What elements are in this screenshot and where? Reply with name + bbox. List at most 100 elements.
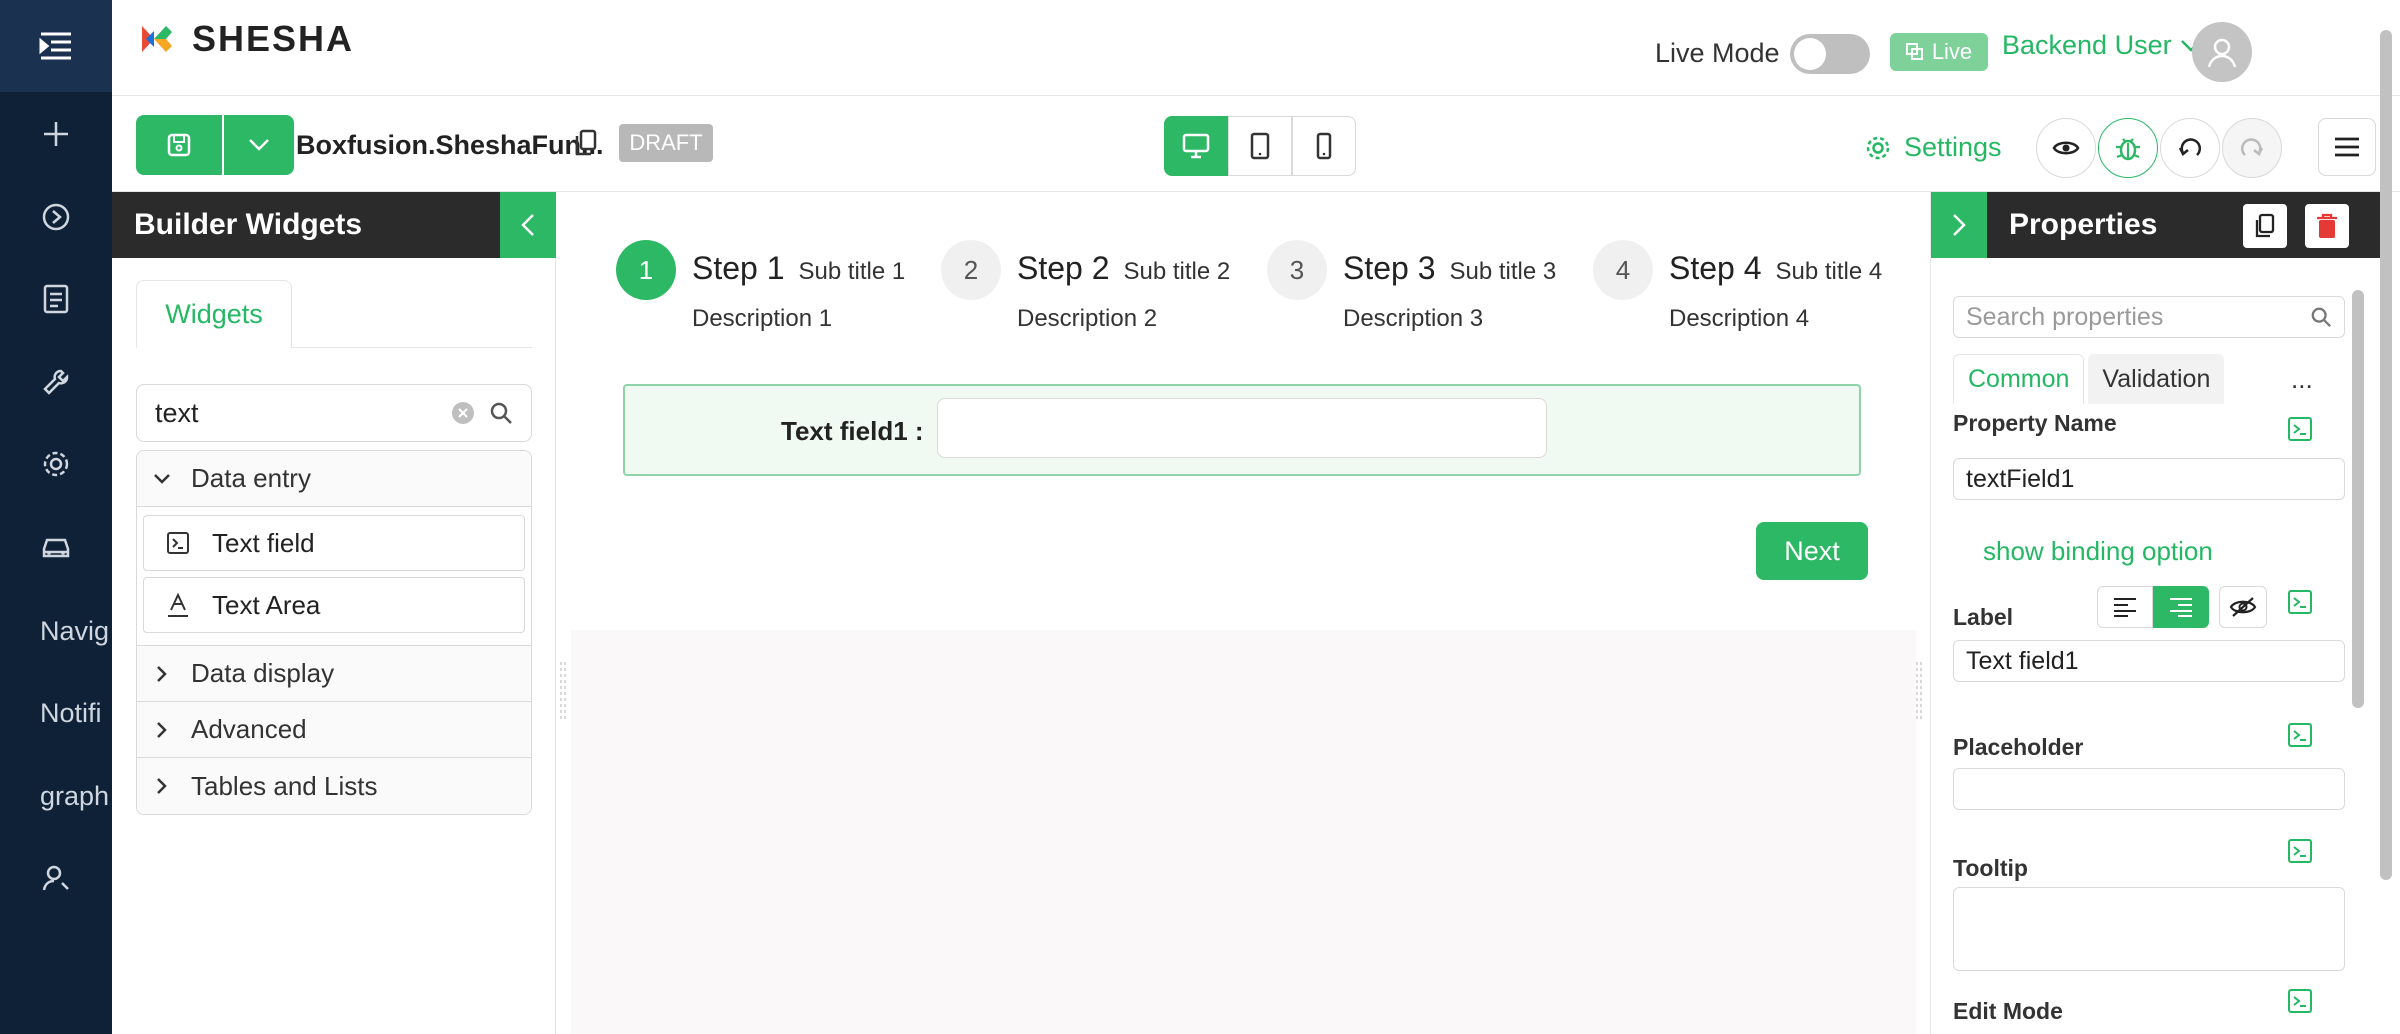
group-advanced[interactable]: Advanced (137, 702, 531, 758)
device-preview-group (1164, 116, 1356, 176)
settings-button[interactable]: Settings (1864, 132, 2002, 163)
undo-button[interactable] (2160, 118, 2220, 178)
tab-common[interactable]: Common (1953, 354, 2085, 404)
preview-button[interactable] (2036, 118, 2096, 178)
user-name: Backend User (2002, 30, 2172, 60)
widgets-tabs: Widgets (136, 280, 532, 348)
nav-item-navigation[interactable]: Navig (40, 616, 112, 647)
left-navigation: Navig Notifi graph (0, 0, 112, 1034)
label-input[interactable]: Text field1 (1953, 640, 2345, 682)
collapse-properties-button[interactable] (1931, 192, 1987, 258)
tablet-view-button[interactable] (1228, 116, 1292, 176)
clear-icon[interactable] (451, 401, 475, 425)
form-canvas: 1 Step 1 Sub title 1 Description 1 2 Step… (557, 192, 1929, 1034)
placeholder-input[interactable] (1953, 768, 2345, 810)
step-4[interactable]: 4 Step 4 Sub title 4 Description 4 (1593, 240, 1882, 333)
show-binding-option-link[interactable]: show binding option (1983, 536, 2213, 567)
nav-vehicle-button[interactable] (0, 519, 112, 575)
nav-document-button[interactable] (0, 271, 112, 327)
avatar[interactable] (2192, 22, 2252, 82)
chevron-right-icon (157, 721, 167, 738)
tooltip-textarea[interactable] (1953, 887, 2345, 971)
redo-button[interactable] (2222, 118, 2282, 178)
live-mode-toggle[interactable] (1790, 34, 1870, 74)
form-name: Boxfusion.SheshaFun... (296, 130, 604, 160)
gear-icon (1866, 136, 1890, 159)
properties-scrollbar[interactable] (2352, 290, 2364, 708)
nav-tools-button[interactable] (0, 354, 112, 410)
text-area-icon (168, 592, 188, 617)
left-resize-handle[interactable] (559, 662, 567, 722)
mobile-icon (1316, 132, 1332, 160)
eye-icon (2052, 141, 2080, 155)
user-menu[interactable]: Backend User (2002, 30, 2202, 61)
widget-search-input[interactable]: text (136, 384, 532, 442)
step-subtitle: Sub title 1 (798, 258, 906, 285)
nav-user-settings-button[interactable] (0, 850, 112, 906)
nav-add-button[interactable] (0, 106, 112, 162)
align-left-button[interactable] (2097, 586, 2153, 628)
play-circle-icon (42, 203, 70, 231)
search-icon[interactable] (489, 401, 513, 425)
nav-item-graph[interactable]: graph (40, 781, 112, 812)
widget-groups: Data entry Text field Text Area Data dis… (136, 450, 532, 815)
bug-icon (2116, 138, 2140, 161)
car-icon (42, 538, 70, 558)
copy-component-button[interactable] (2243, 204, 2287, 248)
copy-form-name-button[interactable] (574, 129, 598, 157)
settings-label: Settings (1904, 132, 2002, 162)
shesha-logo-icon (142, 26, 172, 52)
document-icon (43, 284, 69, 314)
nav-play-button[interactable] (0, 189, 112, 245)
selected-text-field-component[interactable]: Text field1 : (623, 384, 1861, 476)
more-tabs-button[interactable]: ... (2291, 364, 2313, 395)
copy-icon (575, 129, 597, 156)
widget-text-area[interactable]: Text Area (143, 577, 525, 633)
step-3[interactable]: 3 Step 3 Sub title 3 Description 3 (1267, 240, 1556, 333)
step-2[interactable]: 2 Step 2 Sub title 2 Description 2 (941, 240, 1230, 333)
step-1[interactable]: 1 Step 1 Sub title 1 Description 1 (616, 240, 905, 333)
tab-widgets[interactable]: Widgets (136, 280, 292, 348)
code-editor-icon[interactable] (2287, 988, 2313, 1014)
menu-toggle-button[interactable] (0, 0, 112, 92)
code-editor-icon[interactable] (2287, 589, 2313, 615)
widget-text-field[interactable]: Text field (143, 515, 525, 571)
user-settings-icon (42, 865, 69, 891)
redo-icon (2240, 138, 2264, 156)
group-data-display[interactable]: Data display (137, 646, 531, 702)
step-description: Description 1 (692, 305, 833, 332)
align-right-button[interactable] (2153, 586, 2209, 628)
mobile-view-button[interactable] (1292, 116, 1356, 176)
property-name-input[interactable]: textField1 (1953, 458, 2345, 500)
group-data-entry[interactable]: Data entry (137, 451, 531, 507)
code-editor-icon[interactable] (2287, 722, 2313, 748)
text-field-input[interactable] (937, 398, 1547, 458)
group-label: Data entry (191, 463, 311, 493)
right-resize-handle[interactable] (1915, 662, 1923, 722)
delete-component-button[interactable] (2305, 204, 2349, 248)
brand-logo[interactable]: SHESHA (136, 18, 354, 60)
chevron-left-icon (521, 214, 534, 236)
next-button[interactable]: Next (1756, 522, 1868, 580)
save-button[interactable] (136, 115, 222, 175)
property-tabs: Common Validation (1953, 354, 2225, 404)
debug-button[interactable] (2098, 118, 2158, 178)
hide-label-button[interactable] (2219, 586, 2267, 628)
more-menu-button[interactable] (2318, 118, 2376, 176)
nav-settings-button[interactable] (0, 436, 112, 492)
save-options-dropdown[interactable] (224, 115, 294, 175)
code-editor-icon[interactable] (2287, 416, 2313, 442)
hamburger-icon (2335, 137, 2359, 157)
tab-validation[interactable]: Validation (2088, 354, 2225, 404)
property-search-input[interactable]: Search properties (1953, 296, 2345, 338)
collapse-widgets-button[interactable] (500, 192, 556, 258)
nav-item-notifications[interactable]: Notifi (40, 698, 112, 729)
builder-widgets-panel: Builder Widgets Widgets text Data entry … (112, 192, 556, 1034)
desktop-view-button[interactable] (1164, 116, 1228, 176)
code-editor-icon[interactable] (2287, 838, 2313, 864)
live-badge[interactable]: Live (1890, 33, 1988, 71)
group-tables-and-lists[interactable]: Tables and Lists (137, 758, 531, 814)
step-number: 2 (941, 240, 1001, 300)
page-scrollbar[interactable] (2380, 30, 2392, 880)
user-icon (2207, 38, 2237, 68)
